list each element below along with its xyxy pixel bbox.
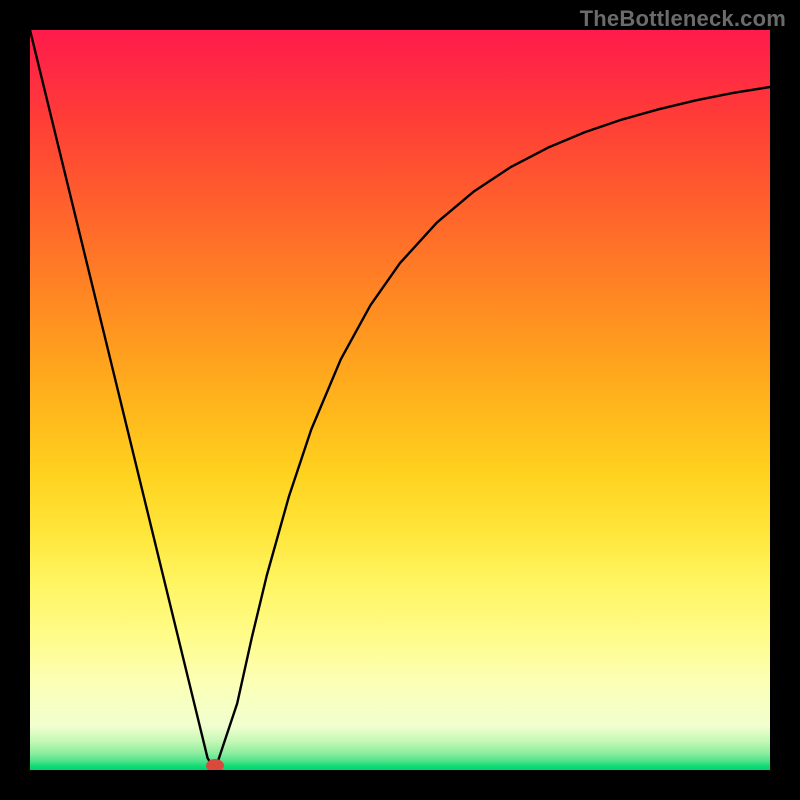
chart-svg <box>30 30 770 770</box>
plot-area <box>30 30 770 770</box>
attribution-label: TheBottleneck.com <box>580 6 786 32</box>
chart-frame: TheBottleneck.com <box>0 0 800 800</box>
data-curve <box>30 30 770 770</box>
